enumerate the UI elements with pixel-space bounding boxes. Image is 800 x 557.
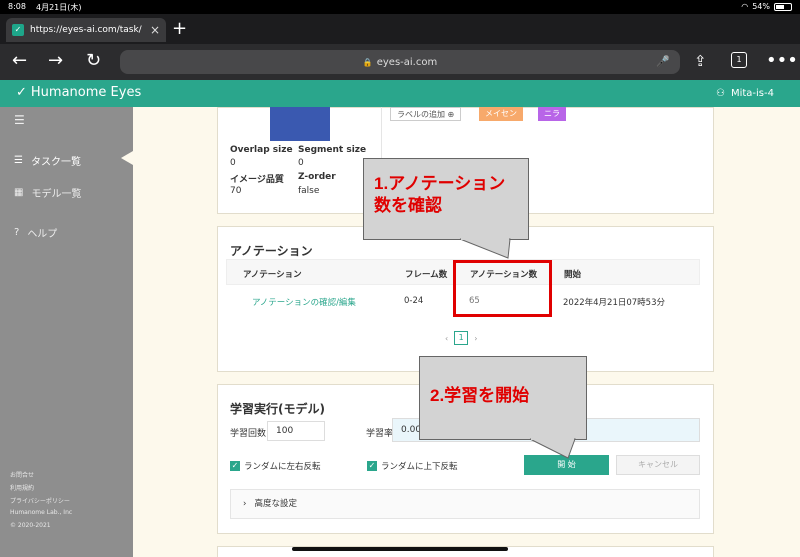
sidebar-item-tasks[interactable]: ☰ タスク一覧 — [14, 153, 81, 168]
epochs-input[interactable]: 100 — [267, 421, 325, 441]
callout-pointer — [529, 438, 576, 459]
sidebar-toggle-icon[interactable]: ☰ — [14, 113, 25, 127]
overlap-value: 0 — [230, 158, 236, 168]
cancel-button[interactable]: キャンセル — [616, 455, 700, 475]
training-title: 学習実行(モデル) — [230, 402, 325, 416]
status-time: 8:08 — [8, 2, 26, 11]
sidebar-item-label: ヘルプ — [27, 229, 58, 240]
sidebar-item-label: タスク一覧 — [30, 157, 81, 168]
prev-page-icon[interactable]: ‹ — [445, 334, 448, 343]
reload-icon[interactable]: ↻ — [86, 50, 101, 72]
address-bar[interactable]: 🔒 eyes-ai.com 🎤 — [120, 50, 680, 74]
callout-line: 2.学習を開始 — [430, 386, 530, 405]
advanced-settings-toggle[interactable]: › 高度な設定 — [230, 489, 700, 519]
epochs-label: 学習回数 — [230, 429, 267, 439]
battery-percent: 54% — [752, 2, 770, 11]
new-tab-icon[interactable]: + — [172, 20, 187, 38]
sidebar-active-pointer — [121, 151, 133, 165]
user-menu[interactable]: ⚇ Mita-is-4 — [716, 88, 774, 99]
list-icon: ☰ — [14, 155, 23, 166]
footer-link-privacy[interactable]: プライバシーポリシー — [10, 496, 70, 505]
home-indicator — [292, 547, 508, 551]
wifi-icon: ◠ — [741, 2, 749, 11]
footer-link-contact[interactable]: お問合せ — [10, 470, 34, 479]
footer-copyright: © 2020-2021 — [10, 522, 51, 529]
checkbox-checked-icon[interactable]: ✓ — [367, 461, 377, 471]
col-start: 開始 — [564, 270, 582, 280]
highlight-box — [453, 260, 552, 317]
battery-icon — [774, 2, 792, 11]
segment-label: Segment size — [298, 145, 367, 155]
url-text: eyes-ai.com — [376, 56, 438, 68]
learning-rate-label: 学習率 — [366, 429, 394, 439]
overlap-label: Overlap size — [230, 145, 293, 155]
tab-strip: ✓ https://eyes-ai.com/task/ × + — [0, 14, 800, 44]
plus-circle-icon: ⊕ — [447, 110, 455, 119]
tabs-overview-button[interactable]: 1 — [731, 52, 747, 68]
add-label-button[interactable]: ラベルの追加 ⊕ — [390, 107, 462, 121]
annotation-edit-link[interactable]: アノテーションの確認/編集 — [252, 296, 356, 308]
sidebar-item-help[interactable]: ? ヘルプ — [14, 225, 57, 240]
forward-icon[interactable]: → — [48, 50, 63, 72]
sidebar-item-label: モデル一覧 — [31, 189, 82, 200]
more-icon[interactable]: ••• — [766, 50, 798, 72]
segment-value: 0 — [298, 158, 304, 168]
close-tab-icon[interactable]: × — [150, 23, 160, 37]
label-tag[interactable]: ニラ — [538, 107, 566, 121]
sidebar: ☰ ☰ タスク一覧 ▦ モデル一覧 ? ヘルプ お問合せ 利用規約 プライバシー… — [0, 107, 133, 557]
sidebar-item-models[interactable]: ▦ モデル一覧 — [14, 185, 81, 200]
start-value: 2022年4月21日07時53分 — [563, 298, 665, 308]
share-icon[interactable]: ⇪ — [694, 50, 707, 72]
page-button[interactable]: 1 — [454, 331, 469, 345]
logo-mark-icon: ✓ — [16, 85, 27, 100]
flip-horizontal-option[interactable]: ✓ ランダムに左右反転 — [230, 460, 321, 472]
callout-line: 数を確認 — [374, 196, 442, 215]
chart-icon: ▦ — [14, 187, 24, 198]
next-page-icon[interactable]: › — [474, 334, 477, 343]
browser-toolbar: ← → ↻ 🔒 eyes-ai.com 🎤 ⇪ ••• — [0, 44, 800, 80]
microphone-icon[interactable]: 🎤 — [656, 55, 670, 68]
quality-value: 70 — [230, 186, 242, 196]
quality-label: イメージ品質 — [230, 175, 284, 185]
zorder-value: false — [298, 186, 320, 196]
zorder-label: Z-order — [298, 172, 336, 182]
chevron-right-icon: › — [243, 499, 247, 509]
pagination: ‹ 1 › — [445, 331, 477, 345]
app-header: ✓ Humanome Eyes ⚇ Mita-is-4 — [0, 80, 800, 107]
user-name: Mita-is-4 — [730, 88, 774, 99]
callout-pointer — [459, 238, 511, 259]
frames-value: 0-24 — [404, 296, 424, 306]
status-date: 4月21日(木) — [36, 3, 82, 12]
help-icon: ? — [14, 227, 20, 238]
annotation-title: アノテーション — [230, 244, 313, 258]
footer-link-terms[interactable]: 利用規約 — [10, 483, 34, 492]
flip-horizontal-label: ランダムに左右反転 — [244, 462, 321, 472]
browser-tab[interactable]: ✓ https://eyes-ai.com/task/ × — [6, 18, 166, 42]
footer-company: Humanome Lab., Inc — [10, 509, 73, 516]
callout-start-training: 2.学習を開始 — [419, 356, 587, 440]
col-frames: フレーム数 — [405, 270, 448, 280]
flip-vertical-label: ランダムに上下反転 — [381, 462, 458, 472]
add-label-text: ラベルの追加 — [397, 110, 445, 119]
app-logo[interactable]: ✓ Humanome Eyes — [16, 85, 141, 100]
flip-vertical-option[interactable]: ✓ ランダムに上下反転 — [367, 460, 458, 472]
task-thumbnail — [270, 107, 330, 141]
checkbox-checked-icon[interactable]: ✓ — [230, 461, 240, 471]
status-right: ◠ 54% — [741, 2, 792, 11]
label-tag[interactable]: メイセン — [479, 107, 523, 121]
lock-icon: 🔒 — [362, 57, 373, 67]
status-bar: 8:08 4月21日(木) ◠ 54% — [0, 0, 800, 14]
back-icon[interactable]: ← — [12, 50, 27, 72]
callout-line: 1.アノテーション — [374, 174, 506, 193]
callout-check-annotations: 1.アノテーション 数を確認 — [363, 158, 529, 240]
site-favicon-icon: ✓ — [12, 24, 24, 36]
col-annotation: アノテーション — [243, 270, 302, 280]
app-brand: Humanome Eyes — [30, 85, 142, 100]
user-icon: ⚇ — [716, 88, 725, 99]
advanced-settings-label: 高度な設定 — [254, 499, 298, 509]
tab-title: https://eyes-ai.com/task/ — [30, 25, 142, 35]
